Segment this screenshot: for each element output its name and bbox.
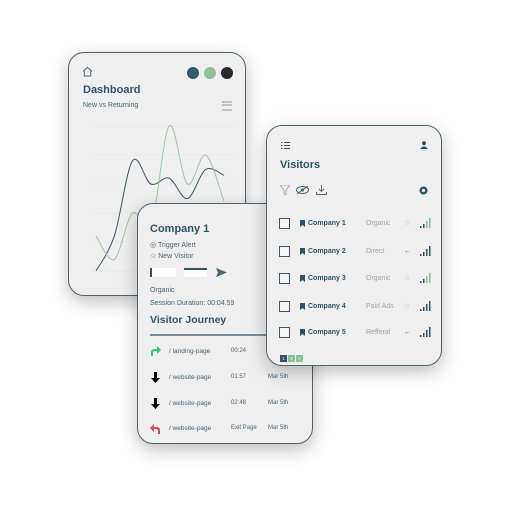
trigger-alert-label: Trigger Alert <box>157 242 196 249</box>
journey-page: / website-page <box>169 373 212 381</box>
row-checkbox[interactable] <box>279 245 290 257</box>
arrow-down-icon <box>151 397 160 409</box>
visitors-title: Visitors <box>280 159 321 171</box>
arrow-back-icon <box>150 423 160 434</box>
new-visitor-label: New Visitor <box>158 253 194 260</box>
bookmark-icon <box>300 328 305 336</box>
arrow-down-icon <box>151 371 160 383</box>
traffic-source: Direct <box>366 247 385 255</box>
visitor-row[interactable]: Company 1 Organic ☆ <box>279 215 431 231</box>
traffic-source: Organic <box>366 274 391 282</box>
input-field-2[interactable] <box>184 268 207 277</box>
journey-page: / landing-page <box>169 347 211 355</box>
row-checkbox[interactable] <box>279 300 290 312</box>
arrow-left-icon[interactable]: ← <box>404 329 420 336</box>
visitor-row[interactable]: Company 2 Direct ← <box>279 243 431 259</box>
journey-row[interactable]: / website-page Exit Page Mar 5th <box>150 421 302 435</box>
journey-row[interactable]: / website-page 01:57 Mar 5th <box>150 370 302 384</box>
company-name[interactable]: Company 5 <box>308 329 366 336</box>
new-visitor[interactable]: ☆ New Visitor <box>150 252 194 260</box>
company-source: Organic <box>150 287 175 294</box>
trigger-alert[interactable]: ◎ Trigger Alert <box>150 241 196 249</box>
page-button[interactable]: 1 <box>280 355 287 362</box>
company-name[interactable]: Company 3 <box>308 275 366 282</box>
journey-row[interactable]: / website-page 02:48 Mar 5th <box>150 396 302 410</box>
arrow-forward-icon <box>151 345 161 356</box>
company-name[interactable]: Company 1 <box>308 220 366 227</box>
visitors-card: Visitors Company 1 Organic ☆ Company 2 Di… <box>266 125 442 366</box>
journey-date: Mar 5th <box>268 400 289 406</box>
bookmark-icon <box>300 302 305 310</box>
session-duration: Session Duration: 00:04.59 <box>150 300 235 307</box>
signal-strength-icon <box>420 301 431 311</box>
page-button[interactable]: > <box>296 355 303 362</box>
signal-strength-icon <box>420 218 431 228</box>
input-field-1[interactable] <box>150 268 176 277</box>
settings-icon[interactable] <box>419 186 428 195</box>
company-name[interactable]: Company 4 <box>308 303 366 310</box>
signal-strength-icon <box>420 273 431 283</box>
star-icon[interactable]: ☆ <box>404 274 420 282</box>
star-icon[interactable]: ☆ <box>404 302 420 310</box>
filter-icon[interactable] <box>280 185 290 195</box>
page-button[interactable]: 2 <box>288 355 295 362</box>
company-name[interactable]: Company 2 <box>308 248 366 255</box>
journey-page: / website-page <box>169 399 212 407</box>
visitor-row[interactable]: Company 3 Organic ☆ <box>279 270 431 286</box>
row-checkbox[interactable] <box>279 272 290 284</box>
row-checkbox[interactable] <box>279 326 290 338</box>
journey-time: 01:57 <box>231 374 247 380</box>
journey-time: 02:48 <box>231 400 247 406</box>
signal-strength-icon <box>420 327 431 337</box>
list-icon[interactable] <box>281 142 290 149</box>
bookmark-icon <box>300 247 305 255</box>
signal-strength-icon <box>420 246 431 256</box>
visitor-journey-title: Visitor Journey <box>150 314 227 326</box>
company-title: Company 1 <box>150 223 210 235</box>
pagination: 1 2 > <box>280 347 304 365</box>
visitor-row[interactable]: Company 5 Refferal ← <box>279 324 431 340</box>
hide-icon[interactable] <box>296 185 309 195</box>
journey-page: / website-page <box>169 424 212 432</box>
traffic-source: Organic <box>366 219 391 227</box>
visitor-row[interactable]: Company 4 Paid Ads ☆ <box>279 298 431 314</box>
traffic-source: Refferal <box>366 328 391 336</box>
row-checkbox[interactable] <box>279 217 290 229</box>
journey-date: Mar 5th <box>268 425 289 431</box>
journey-time: Exit Page <box>231 425 257 431</box>
arrow-left-icon[interactable]: ← <box>404 248 420 255</box>
bookmark-icon <box>300 219 305 227</box>
download-icon[interactable] <box>316 185 327 195</box>
send-icon[interactable] <box>216 268 227 277</box>
bookmark-icon <box>300 274 305 282</box>
traffic-source: Paid Ads <box>366 302 394 310</box>
journey-time: 00:24 <box>231 348 247 354</box>
journey-date: Mar 5th <box>268 374 289 380</box>
user-icon[interactable] <box>420 141 428 149</box>
star-icon[interactable]: ☆ <box>404 219 420 227</box>
